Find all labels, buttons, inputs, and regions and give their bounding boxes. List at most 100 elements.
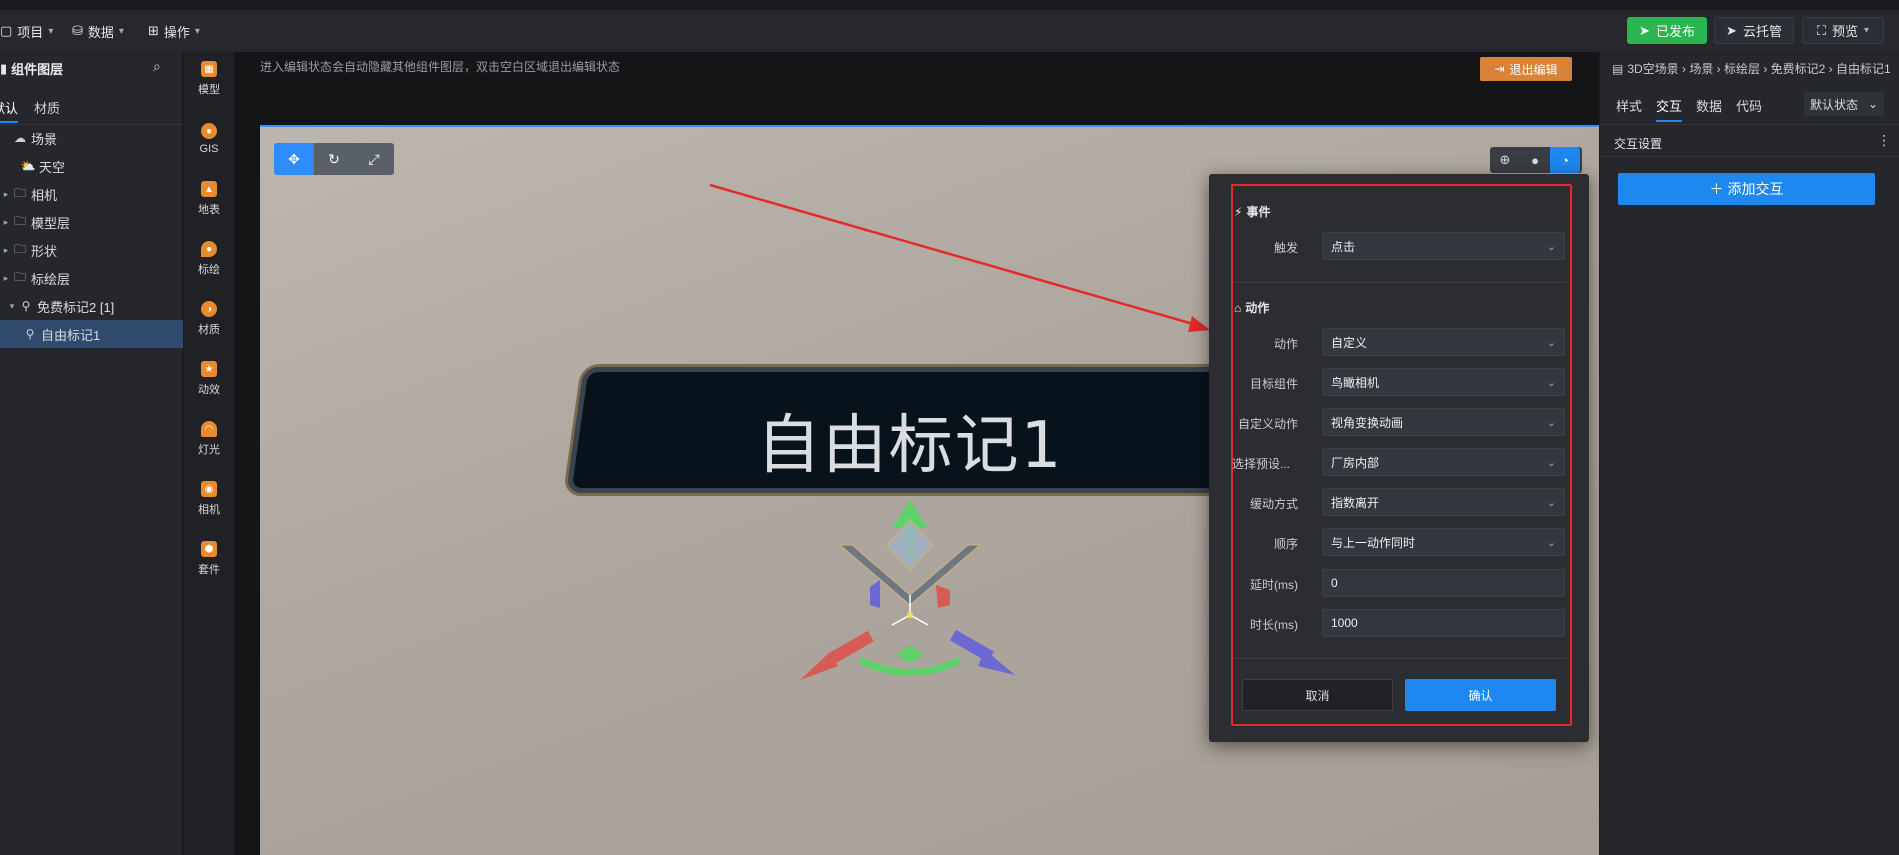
confirm-button[interactable]: 确认	[1405, 679, 1556, 711]
easing-label: 缓动方式	[1249, 497, 1298, 511]
menu-operation[interactable]: ⊞ 操作 ▾	[148, 20, 200, 42]
z-axis-shaft	[949, 629, 995, 663]
top-bar: ▢ 项目 ▾ ⛁ 数据 ▾ ⊞ 操作 ▾ ➤ 已发布 ➤ 云托管 ⛶ 预览 ▾	[0, 0, 1899, 52]
tree-item-label: 场景	[31, 131, 58, 147]
toolbox-effect[interactable]: ★ 动效	[184, 354, 234, 404]
menu-project[interactable]: ▢ 项目 ▾	[0, 20, 53, 42]
toolbox-plot[interactable]: ● 标绘	[184, 234, 234, 284]
terrain-icon: ▲	[201, 181, 217, 197]
tree-item-shape[interactable]: ▸ 🗀 形状	[0, 236, 183, 264]
preset-select[interactable]: 厂房内部 ⌄	[1322, 448, 1565, 476]
trigger-value: 点击	[1331, 239, 1356, 254]
caret-right-icon[interactable]: ▸	[0, 189, 12, 200]
delay-input[interactable]: 0	[1322, 569, 1565, 597]
toolbox-light[interactable]: ◠ 灯光	[184, 414, 234, 464]
more-icon[interactable]: ⋮	[1877, 132, 1891, 149]
toolbox-terrain[interactable]: ▲ 地表	[184, 174, 234, 224]
easing-select[interactable]: 指数离开 ⌄	[1322, 488, 1565, 516]
event-section-label: 事件	[1246, 205, 1271, 219]
chevron-down-icon: ⌄	[1546, 496, 1556, 509]
weather-icon: ⛅	[20, 159, 36, 173]
state-select[interactable]: 默认状态 ⌄	[1804, 92, 1884, 116]
duration-input[interactable]: 1000	[1322, 609, 1565, 637]
order-select[interactable]: 与上一动作同时 ⌄	[1322, 528, 1565, 556]
divider	[1234, 658, 1567, 659]
tree-item-label: 天空	[39, 159, 66, 175]
order-label: 顺序	[1273, 537, 1298, 551]
globe-icon: ●	[201, 123, 217, 139]
add-interaction-button[interactable]: ＋ 添加交互	[1618, 173, 1875, 205]
tab-data[interactable]: 数据	[1696, 96, 1722, 115]
tree-item-plot-layer[interactable]: ▸ 🗀 标绘层	[0, 264, 183, 292]
caret-right-icon[interactable]: ▸	[0, 273, 12, 284]
toolbox-label: 动效	[198, 384, 220, 396]
plane-handle-blue	[870, 580, 880, 608]
easing-value: 指数离开	[1331, 495, 1380, 510]
preview-button[interactable]: ⛶ 预览 ▾	[1802, 17, 1884, 44]
preset-value: 厂房内部	[1331, 455, 1380, 470]
exit-edit-button[interactable]: ⇥ 退出编辑	[1480, 57, 1572, 81]
render-icon[interactable]: ◔	[1550, 147, 1580, 173]
chevron-down-icon: ⌄	[1546, 456, 1556, 469]
breadcrumb-text: 3D空场景 › 场景 › 标绘层 › 免费标记2 › 自由标记1	[1627, 62, 1891, 76]
lightning-icon: ⚡	[1234, 204, 1243, 219]
toolbox-label: 灯光	[198, 444, 220, 456]
caret-right-icon[interactable]: ▸	[0, 245, 12, 256]
solid-icon[interactable]: ●	[1520, 147, 1550, 173]
marker-label-text: 自由标记1	[756, 409, 1064, 483]
state-value: 默认状态	[1810, 97, 1859, 112]
confirm-label: 确认	[1468, 688, 1493, 703]
duration-label: 时长(ms)	[1250, 618, 1298, 632]
cancel-button[interactable]: 取消	[1242, 679, 1393, 711]
tree-item-camera[interactable]: ▸ 🗀 相机	[0, 180, 183, 208]
tab-material-label: 材质	[34, 101, 61, 116]
tab-default[interactable]: 默认	[0, 98, 18, 123]
tree-item-free-marker-2[interactable]: ▾ ⚲ 免费标记2 [1]	[0, 292, 183, 320]
cloud-icon: ☁	[14, 131, 26, 145]
tree-item-label: 标绘层	[31, 271, 71, 287]
publish-button[interactable]: ➤ 已发布	[1627, 17, 1707, 44]
tree-item-scene[interactable]: ☁ 场景	[0, 124, 183, 152]
toolbox-model[interactable]: ▦ 模型	[184, 54, 234, 104]
scale-icon[interactable]: ⤢	[354, 143, 394, 175]
rotate-icon[interactable]: ↻	[314, 143, 354, 175]
tab-material[interactable]: 材质	[34, 98, 60, 117]
divider	[1600, 124, 1899, 125]
folder-icon: 🗀	[13, 269, 26, 284]
tree-item-sky[interactable]: ⛅ 天空	[0, 152, 183, 180]
tab-code[interactable]: 代码	[1736, 96, 1762, 115]
action-label: 动作	[1273, 337, 1298, 351]
transform-gizmo[interactable]	[780, 490, 1040, 690]
chevron-down-icon: ⌄	[1546, 416, 1556, 429]
toolbox-material[interactable]: ◑ 材质	[184, 294, 234, 344]
search-icon[interactable]: ⌕	[153, 58, 161, 75]
action-select[interactable]: 自定义 ⌄	[1322, 328, 1565, 356]
toolbox-gis[interactable]: ● GIS	[184, 114, 234, 164]
chevron-down-icon: ⌄	[1546, 376, 1556, 389]
event-section-title: ⚡ 事件	[1234, 203, 1270, 220]
toolbox-kit[interactable]: ⬢ 套件	[184, 534, 234, 584]
custom-action-select[interactable]: 视角变换动画 ⌄	[1322, 408, 1565, 436]
trigger-select[interactable]: 点击 ⌄	[1322, 232, 1565, 260]
menu-data[interactable]: ⛁ 数据 ▾	[72, 20, 124, 42]
caret-right-icon[interactable]: ▸	[0, 217, 12, 228]
toolbox-camera[interactable]: ◉ 相机	[184, 474, 234, 524]
send-icon: ➤	[1726, 22, 1737, 38]
layers-title-text: 组件图层	[11, 62, 64, 77]
custom-action-value: 视角变换动画	[1331, 415, 1404, 430]
tab-interaction[interactable]: 交互	[1656, 96, 1683, 122]
wireframe-icon[interactable]: ⊕	[1490, 147, 1520, 173]
target-component-select[interactable]: 鸟瞰相机 ⌄	[1322, 368, 1565, 396]
cloud-hosting-button[interactable]: ➤ 云托管	[1714, 17, 1794, 44]
move-icon[interactable]: ✥	[274, 143, 314, 175]
project-icon: ▢	[0, 23, 13, 38]
tree-item-label: 免费标记2 [1]	[37, 299, 115, 315]
pin-icon: ●	[201, 241, 217, 257]
tab-code-label: 代码	[1736, 99, 1763, 114]
tab-style[interactable]: 样式	[1616, 96, 1642, 115]
annotation-arrow	[709, 183, 1210, 332]
tree-item-free-marker-1[interactable]: ⚲ 自由标记1	[0, 320, 183, 348]
tree-item-model-layer[interactable]: ▸ 🗀 模型层	[0, 208, 183, 236]
order-value: 与上一动作同时	[1331, 535, 1416, 550]
caret-down-icon[interactable]: ▾	[6, 301, 18, 312]
